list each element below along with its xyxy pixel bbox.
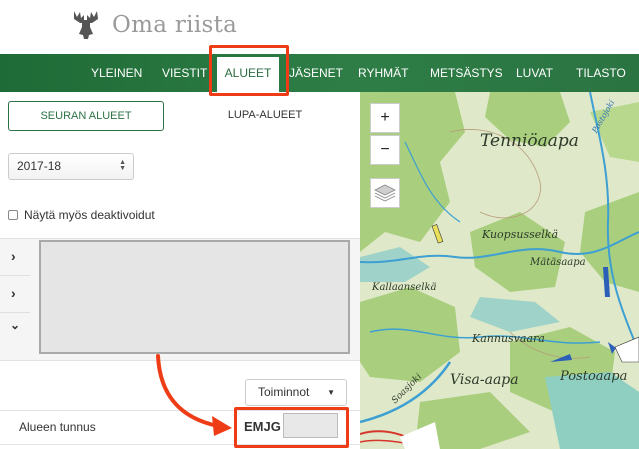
area-list-expanders: › › ⌄ — [0, 239, 30, 362]
area-row-collapse[interactable]: ⌄ — [0, 313, 30, 350]
alueen-tunnus-value: EMJG — [244, 419, 281, 434]
chevron-down-icon: ⌄ — [10, 318, 21, 332]
map-view[interactable]: Tenniöaapa Kuopsusselkä Mätäsaapa Kallaa… — [360, 92, 639, 449]
show-deactivated-checkbox[interactable] — [8, 210, 18, 220]
tab-seuran-alueet[interactable]: SEURAN ALUEET — [8, 101, 164, 131]
show-deactivated-label: Näytä myös deaktivoidut — [24, 208, 155, 222]
areas-panel: SEURAN ALUEET LUPA-ALUEET 2017-18 ▲ ▼ Näy… — [0, 92, 360, 449]
map-place-label: Mätäsaapa — [530, 257, 586, 268]
layers-icon — [374, 184, 396, 202]
redacted-area-names — [39, 240, 350, 354]
area-row-expand[interactable]: › — [0, 239, 30, 276]
redacted-tunnus — [283, 413, 338, 438]
nav-tilasto[interactable]: TILASTO — [576, 54, 626, 92]
nav-yleinen[interactable]: YLEINEN — [91, 54, 142, 92]
tab-lupa-alueet[interactable]: LUPA-ALUEET — [180, 101, 350, 131]
select-arrows-icon: ▲ ▼ — [119, 159, 126, 172]
nav-viestit[interactable]: VIESTIT — [162, 54, 207, 92]
season-select[interactable]: 2017-18 ▲ ▼ — [8, 153, 134, 180]
chevron-right-icon: › — [11, 285, 16, 301]
area-list: › › ⌄ — [0, 238, 360, 361]
map-place-label: Visa-aapa — [450, 372, 519, 388]
divider — [0, 444, 360, 445]
nav-alueet[interactable]: ALUEET — [217, 57, 279, 92]
moose-icon — [68, 8, 104, 42]
nav-metsastys[interactable]: METSÄSTYS — [430, 54, 503, 92]
main-nav: YLEINEN VIESTIT ALUEET JÄSENET RYHMÄT ME… — [0, 54, 639, 92]
zoom-out-button[interactable]: − — [370, 135, 400, 165]
map-place-label: Kallaanselkä — [372, 282, 437, 293]
layers-button[interactable] — [370, 178, 400, 208]
show-deactivated-row[interactable]: Näytä myös deaktivoidut — [8, 207, 155, 223]
season-value: 2017-18 — [17, 159, 62, 173]
area-row-expand[interactable]: › — [0, 276, 30, 313]
map-place-label: Kuopsusselkä — [482, 228, 558, 241]
caret-down-icon: ▼ — [327, 388, 335, 397]
chevron-right-icon: › — [11, 248, 16, 264]
map-place-label: Tenniöaapa — [480, 131, 579, 151]
app-title: Oma riista — [112, 12, 238, 38]
map-place-label: Kannusvaara — [472, 332, 545, 345]
toiminnot-label: Toiminnot — [258, 385, 310, 399]
toiminnot-dropdown[interactable]: Toiminnot ▼ — [245, 379, 347, 406]
map-place-label: Postoaapa — [560, 369, 628, 384]
app-logo[interactable]: Oma riista — [68, 8, 237, 42]
zoom-in-button[interactable]: + — [370, 103, 400, 133]
alueen-tunnus-label: Alueen tunnus — [19, 420, 96, 434]
nav-luvat[interactable]: LUVAT — [516, 54, 553, 92]
divider — [0, 410, 360, 411]
nav-jasenet[interactable]: JÄSENET — [289, 54, 343, 92]
app-header: Oma riista — [0, 0, 639, 54]
nav-ryhmat[interactable]: RYHMÄT — [358, 54, 408, 92]
